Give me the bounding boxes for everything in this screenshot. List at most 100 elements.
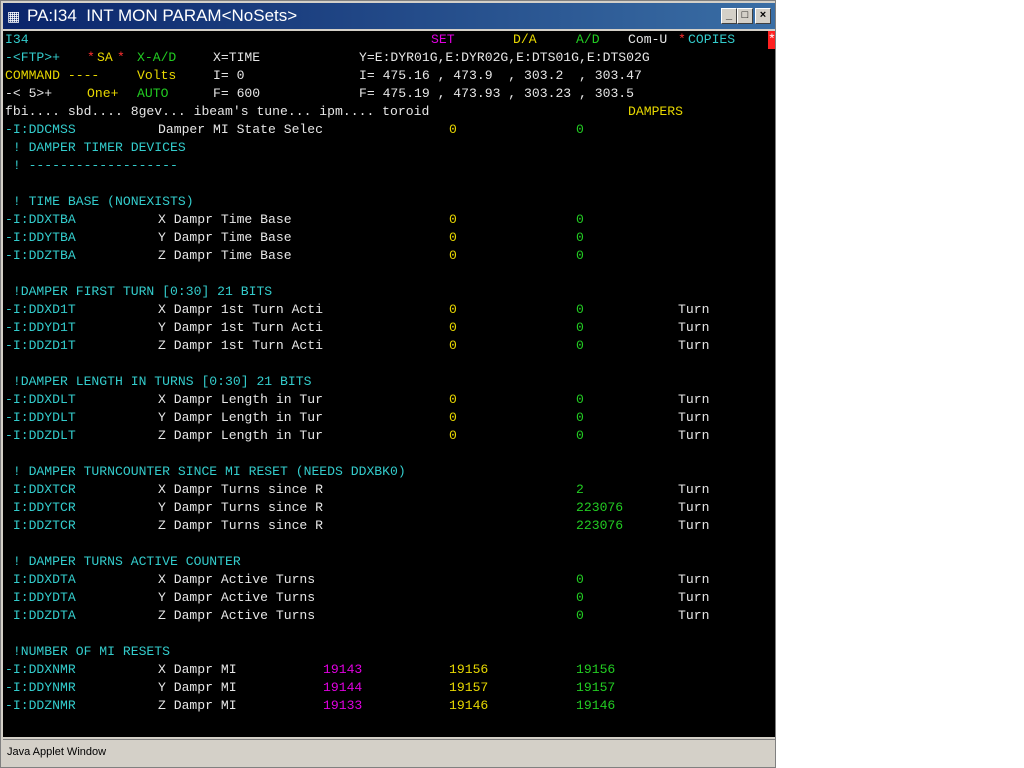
command-field[interactable]: COMMAND ---- bbox=[5, 67, 99, 85]
device-name[interactable]: -I:DDYNMR bbox=[5, 679, 76, 697]
units-button[interactable]: Volts bbox=[137, 67, 176, 85]
f-setting[interactable]: F= 600 bbox=[213, 85, 260, 103]
device-name[interactable]: -I:DDCMSS bbox=[5, 121, 76, 139]
y-axis-setting[interactable]: Y=E:DYR01G,E:DYR02G,E:DTS01G,E:DTS02G bbox=[359, 49, 650, 67]
x-ad-button[interactable]: X-A/D bbox=[137, 49, 176, 67]
copies-label[interactable]: COPIES bbox=[688, 31, 735, 49]
reading-value: 0 bbox=[449, 392, 457, 407]
header-line-1: I34 SET D/A A/D Com-U * COPIES * bbox=[5, 31, 775, 49]
setting-value[interactable]: 19143 bbox=[323, 661, 362, 679]
i-setting[interactable]: I= 0 bbox=[213, 67, 244, 85]
section-comment: !DAMPER LENGTH IN TURNS [0:30] 21 BITS bbox=[5, 373, 775, 391]
title-bar[interactable]: ▦ PA:I34 INT MON PARAM<NoSets> _ □ × bbox=[3, 3, 775, 29]
device-name[interactable]: -I:DDZD1T bbox=[5, 337, 76, 355]
dampers-tab[interactable]: DAMPERS bbox=[628, 103, 683, 121]
device-name[interactable]: I:DDXTCR bbox=[5, 481, 76, 499]
da-label[interactable]: D/A bbox=[513, 31, 537, 49]
device-name[interactable]: I:DDZTCR bbox=[5, 517, 76, 535]
page-id: I34 bbox=[5, 32, 29, 47]
comment-text: ! DAMPER TURNCOUNTER SINCE MI RESET (NEE… bbox=[5, 464, 406, 479]
parameter-row: -I:DDYDLT Y Dampr Length in Tur 0 0 Turn bbox=[5, 409, 775, 427]
comment-text: ! DAMPER TIMER DEVICES bbox=[5, 140, 186, 155]
device-description: X Dampr Time Base bbox=[158, 212, 292, 227]
sets-stepper[interactable]: -< 5>+ bbox=[5, 85, 52, 103]
device-description: Z Dampr Time Base bbox=[158, 248, 292, 263]
device-name[interactable]: I:DDYTCR bbox=[5, 499, 76, 517]
unit-label: Turn bbox=[678, 590, 710, 605]
device-name[interactable]: -I:DDXNMR bbox=[5, 661, 76, 679]
device-description: X Dampr MI bbox=[158, 662, 237, 677]
maximize-button[interactable]: □ bbox=[737, 8, 753, 24]
i-values: I= 475.16 , 473.9 , 303.2 , 303.47 bbox=[359, 68, 642, 83]
one-button[interactable]: One+ bbox=[87, 85, 118, 103]
subpage-menu[interactable]: fbi.... sbd.... 8gev... ibeam's tune... … bbox=[5, 103, 429, 121]
unit-label: Turn bbox=[678, 338, 710, 353]
device-name[interactable]: -I:DDXD1T bbox=[5, 301, 76, 319]
device-name[interactable]: -I:DDYD1T bbox=[5, 319, 76, 337]
unit-label: Turn bbox=[678, 428, 710, 443]
copies-star: * bbox=[678, 32, 686, 47]
close-button[interactable]: × bbox=[755, 8, 771, 24]
device-description: Y Dampr Turns since R bbox=[158, 500, 324, 515]
unit-label: Turn bbox=[678, 572, 710, 587]
device-name[interactable]: I:DDXDTA bbox=[5, 571, 76, 589]
applet-window: ▦ PA:I34 INT MON PARAM<NoSets> _ □ × I34… bbox=[0, 0, 776, 768]
sa-star: * bbox=[87, 50, 95, 65]
ad-label[interactable]: A/D bbox=[576, 31, 600, 49]
minimize-button[interactable]: _ bbox=[721, 8, 737, 24]
ftp-button[interactable]: -<FTP>+ bbox=[5, 49, 60, 67]
device-name[interactable]: -I:DDZTBA bbox=[5, 247, 76, 265]
device-name[interactable]: I:DDYDTA bbox=[5, 589, 76, 607]
auto-button[interactable]: AUTO bbox=[137, 85, 168, 103]
sa-button[interactable]: SA bbox=[97, 49, 113, 67]
reading-value: 0 bbox=[449, 230, 457, 245]
setting-value[interactable]: 19144 bbox=[323, 679, 362, 697]
comment-text: ! ------------------- bbox=[5, 158, 178, 173]
parameter-row: -I:DDYNMR Y Dampr MI 19144 19157 19157 bbox=[5, 679, 775, 697]
unit-label: Turn bbox=[678, 608, 710, 623]
device-name[interactable]: -I:DDYDLT bbox=[5, 409, 76, 427]
reading-value: 19157 bbox=[449, 680, 489, 695]
reading-value: 0 bbox=[449, 248, 457, 263]
device-name[interactable]: -I:DDXTBA bbox=[5, 211, 76, 229]
readback-value: 2 bbox=[576, 482, 584, 497]
readback-value: 19157 bbox=[576, 680, 616, 695]
comment-text: !NUMBER OF MI RESETS bbox=[5, 644, 171, 659]
reading-value: 19146 bbox=[449, 698, 489, 713]
reading-value: 0 bbox=[449, 212, 457, 227]
device-description: X Dampr Length in Tur bbox=[158, 392, 324, 407]
parameter-row: I:DDYTCR Y Dampr Turns since R 223076 Turn bbox=[5, 499, 775, 517]
device-name[interactable]: -I:DDXDLT bbox=[5, 391, 76, 409]
reading-value: 0 bbox=[449, 122, 457, 137]
readback-value: 0 bbox=[576, 392, 584, 407]
reading-value: 0 bbox=[449, 410, 457, 425]
section-comment: !NUMBER OF MI RESETS bbox=[5, 643, 775, 661]
readback-value: 0 bbox=[576, 590, 584, 605]
device-name[interactable]: -I:DDZNMR bbox=[5, 697, 76, 715]
device-name[interactable]: -I:DDYTBA bbox=[5, 229, 76, 247]
x-axis-setting[interactable]: X=TIME bbox=[213, 49, 260, 67]
parameter-row: I:DDZTCR Z Dampr Turns since R 223076 Turn bbox=[5, 517, 775, 535]
com-u-label[interactable]: Com-U bbox=[628, 31, 667, 49]
device-description: X Dampr 1st Turn Acti bbox=[158, 302, 324, 317]
readback-value: 223076 bbox=[576, 518, 624, 533]
readback-value: 0 bbox=[576, 302, 584, 317]
section-comment: !DAMPER FIRST TURN [0:30] 21 BITS bbox=[5, 283, 775, 301]
set-label[interactable]: SET bbox=[431, 31, 455, 49]
device-description: Damper MI State Selec bbox=[158, 122, 324, 137]
device-description: Y Dampr Length in Tur bbox=[158, 410, 324, 425]
comment-text: ! DAMPER TURNS ACTIVE COUNTER bbox=[5, 554, 241, 569]
header-line-2: -<FTP>+ * SA * X-A/D X=TIME Y=E:DYR01G,E… bbox=[5, 49, 775, 67]
comment-text: !DAMPER FIRST TURN [0:30] 21 BITS bbox=[5, 284, 273, 299]
device-description: Z Dampr Active Turns bbox=[158, 608, 316, 623]
setting-value[interactable]: 19133 bbox=[323, 697, 362, 715]
device-name[interactable]: I:DDZDTA bbox=[5, 607, 76, 625]
section-comment: ! TIME BASE (NONEXISTS) bbox=[5, 193, 775, 211]
device-name[interactable]: -I:DDZDLT bbox=[5, 427, 76, 445]
section-comment: ! DAMPER TIMER DEVICES bbox=[5, 139, 775, 157]
reading-value: 0 bbox=[449, 428, 457, 443]
